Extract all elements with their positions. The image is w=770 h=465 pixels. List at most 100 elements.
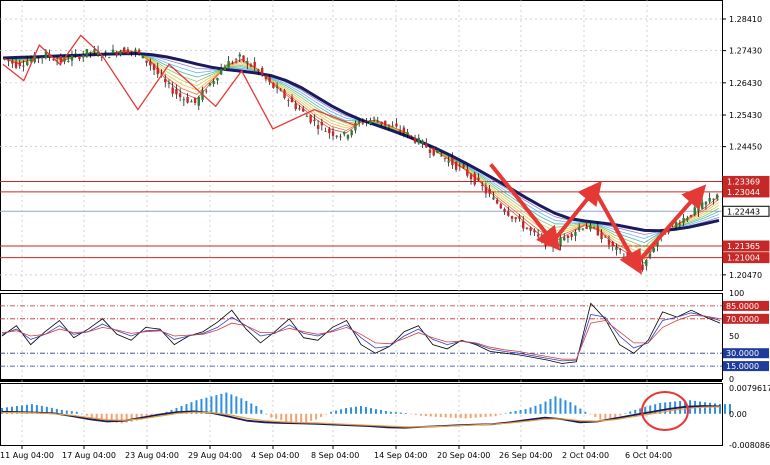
stoch-line bbox=[1, 302, 721, 364]
macd-bar bbox=[414, 413, 417, 415]
candle-body bbox=[234, 59, 238, 61]
macd-bar bbox=[539, 404, 542, 414]
candle-body bbox=[104, 51, 107, 53]
macd-bar bbox=[634, 409, 637, 414]
macd-bar bbox=[709, 402, 712, 414]
macd-bar bbox=[444, 413, 447, 418]
candle-body bbox=[492, 197, 495, 200]
macd-bar bbox=[624, 413, 627, 415]
candle-body bbox=[384, 120, 387, 126]
candle-body bbox=[119, 51, 122, 55]
candle-body bbox=[223, 66, 227, 71]
candle-body bbox=[67, 60, 70, 62]
macd-bar bbox=[60, 409, 63, 414]
macd-bar bbox=[434, 413, 437, 417]
candle-body bbox=[164, 78, 167, 83]
macd-bar bbox=[554, 396, 557, 414]
price-panel[interactable]: 1.28410 1.27430 1.26430 1.25430 1.24450 1.204… bbox=[0, 15, 770, 280]
macd-bar bbox=[404, 412, 407, 414]
candle-body bbox=[566, 235, 570, 238]
stochastic-lines bbox=[1, 302, 721, 364]
baseline-ma-line bbox=[2, 51, 720, 233]
stochastic-panel[interactable]: 100 50 0 85.0000 70.0000 30.0000 15.0000 bbox=[0, 289, 769, 384]
stoch-level-label: 30.0000 bbox=[726, 349, 759, 358]
macd-bar bbox=[235, 396, 238, 414]
stoch-level-label: 85.0000 bbox=[726, 302, 759, 311]
candle-body bbox=[298, 108, 301, 110]
panel-border bbox=[0, 0, 723, 291]
candle-body bbox=[439, 155, 443, 157]
candle-body bbox=[536, 234, 540, 237]
macd-bar bbox=[300, 413, 303, 424]
macd-bar bbox=[335, 410, 338, 414]
candle-body bbox=[622, 256, 626, 258]
candle-body bbox=[7, 60, 10, 62]
candle-body bbox=[81, 54, 85, 58]
candle-body bbox=[533, 230, 536, 233]
candle-body bbox=[615, 247, 618, 250]
stoch-line bbox=[1, 312, 721, 362]
macd-bar bbox=[215, 395, 218, 414]
candle-body bbox=[40, 57, 44, 59]
macd-bar bbox=[355, 406, 358, 414]
candle-body bbox=[343, 131, 346, 135]
candle-body bbox=[11, 60, 14, 64]
macd-panel[interactable]: 0.0079617 0.00 -0.0080865 bbox=[1, 384, 770, 450]
candle-body bbox=[70, 55, 74, 61]
forex-chart[interactable]: 1.28410 1.27430 1.26430 1.25430 1.24450 1.204… bbox=[0, 0, 770, 465]
macd-bar bbox=[364, 407, 367, 414]
candle-body bbox=[145, 60, 148, 63]
candle-body bbox=[149, 61, 152, 66]
time-label: 17 Aug 04:00 bbox=[62, 451, 116, 460]
macd-bar bbox=[240, 398, 243, 414]
macd-bar bbox=[574, 405, 577, 414]
time-label: 6 Oct 04:00 bbox=[625, 451, 672, 460]
macd-bar bbox=[569, 402, 572, 414]
ribbon-line bbox=[2, 52, 720, 235]
candle-body bbox=[305, 116, 309, 117]
candle-body bbox=[648, 253, 652, 257]
candle-body bbox=[693, 207, 696, 216]
candle-body bbox=[182, 99, 186, 101]
macd-bar bbox=[519, 410, 522, 414]
macd-bar bbox=[379, 410, 382, 414]
candle-body bbox=[350, 130, 353, 136]
candle-body bbox=[89, 52, 92, 53]
macd-bar bbox=[315, 413, 318, 420]
macd-bar bbox=[325, 413, 328, 415]
candle-body bbox=[689, 214, 693, 217]
macd-bar bbox=[514, 410, 517, 414]
candle-body bbox=[466, 169, 469, 176]
candle-body bbox=[231, 62, 234, 64]
candle-body bbox=[395, 123, 398, 127]
panel-border bbox=[0, 383, 723, 446]
candle-body bbox=[428, 149, 432, 153]
trend-arrows bbox=[489, 163, 707, 275]
candle-body bbox=[257, 69, 260, 72]
macd-bar bbox=[594, 413, 597, 417]
candle-body bbox=[413, 137, 417, 143]
candle-body bbox=[316, 125, 320, 129]
macd-bar bbox=[604, 413, 607, 419]
macd-bar bbox=[275, 413, 278, 419]
macd-bar bbox=[469, 413, 472, 419]
price-tick-label: 1.25430 bbox=[729, 111, 762, 120]
candle-body bbox=[130, 50, 133, 52]
candle-body bbox=[432, 147, 435, 156]
candle-body bbox=[156, 67, 159, 75]
macd-bar bbox=[589, 413, 592, 415]
macd-bar bbox=[629, 411, 632, 414]
macd-bar bbox=[484, 413, 487, 417]
candle-body bbox=[443, 158, 447, 160]
macd-bar bbox=[584, 411, 587, 414]
candle-body bbox=[268, 77, 271, 82]
macd-bar bbox=[489, 413, 492, 417]
candle-body bbox=[175, 88, 178, 95]
candle-body bbox=[708, 197, 711, 202]
macd-bar bbox=[260, 409, 263, 414]
trend-arrow bbox=[634, 184, 707, 266]
candle-body bbox=[645, 259, 648, 266]
time-label: 29 Aug 04:00 bbox=[188, 451, 242, 460]
candle-body bbox=[510, 216, 514, 219]
time-label: 20 Sep 04:00 bbox=[437, 451, 490, 460]
